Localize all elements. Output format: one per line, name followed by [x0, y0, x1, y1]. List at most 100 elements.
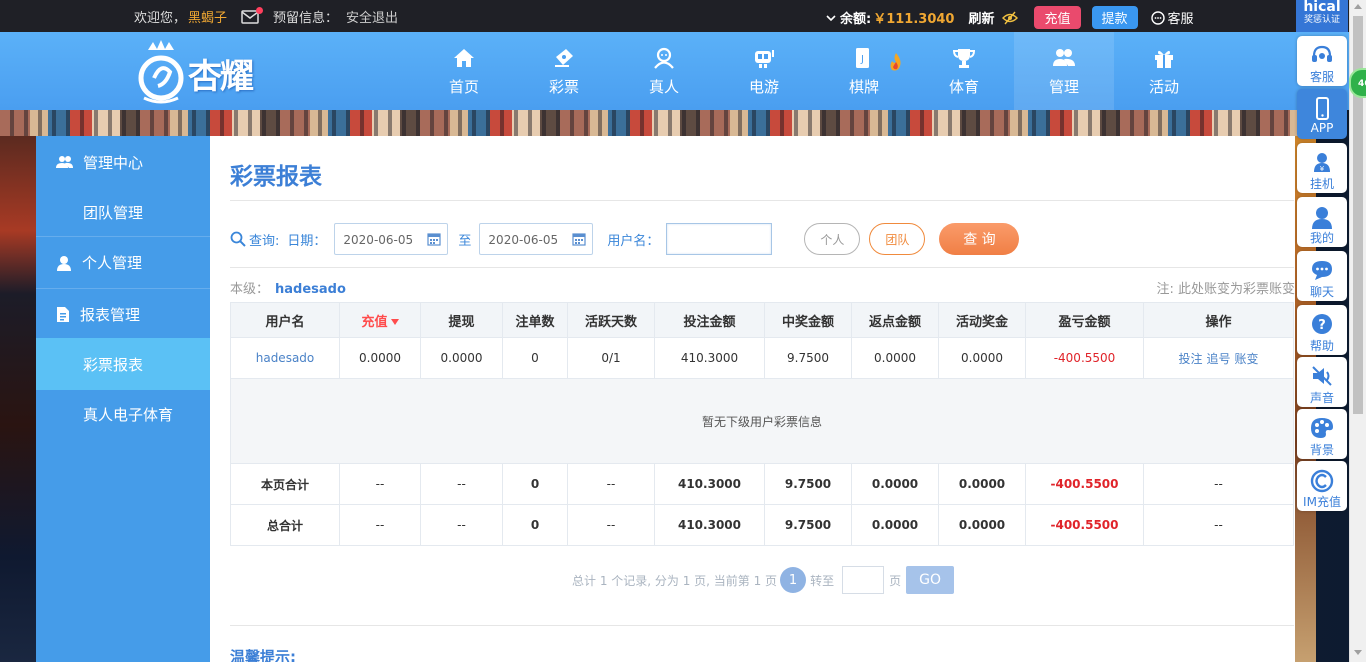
cell-win: 9.7500 — [764, 337, 852, 379]
sidebar-item-management-center[interactable]: 管理中心 — [36, 136, 210, 188]
help-icon: ? — [1312, 314, 1332, 334]
scroll-up-icon[interactable] — [1354, 4, 1362, 9]
recharge-button[interactable]: 充值 — [1034, 6, 1081, 29]
balance-label: 余额: — [840, 12, 872, 27]
toolbar-help[interactable]: ? 帮助 — [1297, 305, 1347, 355]
cell-label: 总合计 — [230, 504, 340, 546]
sidebar-item-label: 管理中心 — [83, 153, 144, 172]
date-to-value: 2020-06-05 — [488, 233, 559, 247]
nav-management[interactable]: 管理 — [1014, 32, 1114, 110]
toolbar-background[interactable]: 背景 — [1297, 409, 1347, 459]
reserve-info-label: 预留信息： — [273, 11, 339, 26]
col-header: 活跃天数 — [567, 302, 655, 338]
date-to-separator: 至 — [458, 233, 472, 249]
current-level: 本级： hadesado — [230, 278, 346, 297]
goto-page-input[interactable] — [842, 566, 885, 594]
mail-icon[interactable] — [241, 6, 264, 24]
cell-win: 9.7500 — [764, 463, 852, 505]
service-label: 客服 — [1167, 12, 1194, 27]
calendar-icon[interactable] — [572, 232, 587, 246]
nav-live[interactable]: 真人 — [614, 32, 714, 110]
nav-label: 真人 — [648, 78, 679, 96]
table-header-row: 用户名 充值 提现 注单数 活跃天数 投注金额 中奖金额 返点金额 活动奖金 盈… — [230, 302, 1294, 338]
level-username[interactable]: hadesado — [275, 282, 346, 297]
trophy-icon — [952, 49, 976, 68]
username-label: 用户名： — [607, 233, 660, 249]
bet-link[interactable]: 投注 — [1178, 352, 1202, 366]
nav-activity[interactable]: 活动 — [1114, 32, 1214, 110]
chat-icon — [1312, 261, 1332, 280]
col-header-sortable[interactable]: 充值 — [339, 302, 421, 338]
username-input[interactable] — [666, 223, 773, 255]
nav-home[interactable]: 首页 — [414, 32, 514, 110]
banner-image — [0, 110, 1316, 136]
sidebar-item-personal[interactable]: 个人管理 — [36, 236, 210, 288]
certification-title: hical — [1303, 0, 1341, 15]
cell-recharge: -- — [339, 463, 421, 505]
unread-dot — [256, 6, 264, 14]
sidebar-item-label: 团队管理 — [83, 203, 144, 222]
nav-slots[interactable]: 电游 — [714, 32, 814, 110]
cell-operations: -- — [1143, 504, 1294, 546]
grand-total-row: 总合计 -- -- 0 -- 410.3000 9.7500 0.0000 0.… — [230, 504, 1294, 546]
toolbar-app[interactable]: APP — [1297, 89, 1347, 139]
sidebar-item-team[interactable]: 团队管理 — [36, 186, 210, 238]
col-header: 操作 — [1143, 302, 1294, 338]
col-header: 用户名 — [230, 302, 340, 338]
page-current[interactable]: 1 — [780, 567, 807, 593]
go-button[interactable]: GO — [906, 566, 955, 594]
certification-badge[interactable]: hical 奖惩认证 — [1296, 0, 1348, 32]
chevron-down-icon[interactable] — [826, 14, 836, 22]
search-button[interactable]: 查 询 — [939, 223, 1020, 255]
toolbar-im-recharge[interactable]: IM充值 — [1297, 461, 1347, 511]
sidebar-item-reports[interactable]: 报表管理 — [36, 288, 210, 340]
eye-slash-icon[interactable] — [1002, 11, 1019, 25]
cell-operations: -- — [1143, 463, 1294, 505]
cell-username[interactable]: hadesado — [230, 337, 340, 379]
sidebar-item-label: 个人管理 — [82, 254, 143, 272]
col-header: 盈亏金额 — [1025, 302, 1144, 338]
transactions-link[interactable]: 账变 — [1235, 352, 1259, 366]
nav-cards[interactable]: J 棋牌 — [814, 32, 914, 110]
chase-link[interactable]: 追号 — [1206, 352, 1230, 366]
live-dealer-icon — [654, 47, 674, 69]
date-to-input[interactable]: 2020-06-05 — [479, 223, 594, 255]
nav-lottery[interactable]: 彩票 — [514, 32, 614, 110]
floating-badge[interactable]: 46 — [1349, 68, 1366, 98]
toolbar-label: IM充值 — [1303, 495, 1341, 509]
sidebar-item-live-slots-sports[interactable]: 真人电子体育 — [36, 388, 210, 440]
logout-link[interactable]: 安全退出 — [346, 7, 398, 26]
toolbar-service[interactable]: 客服 — [1297, 36, 1347, 86]
scroll-down-icon[interactable] — [1354, 650, 1362, 655]
service-link[interactable]: 客服 — [1150, 8, 1194, 27]
refresh-link[interactable]: 刷新 — [968, 8, 994, 27]
cell-bonus: 0.0000 — [938, 337, 1026, 379]
report-icon — [57, 307, 69, 322]
date-from-input[interactable]: 2020-06-05 — [334, 223, 449, 255]
col-header: 注单数 — [502, 302, 568, 338]
withdraw-button[interactable]: 提款 — [1091, 6, 1138, 29]
nav-label: 电游 — [748, 78, 779, 96]
nav-sports[interactable]: 体育 — [914, 32, 1014, 110]
search-icon — [230, 231, 246, 247]
toolbar-label: APP — [1310, 121, 1334, 135]
toolbar-chat[interactable]: 聊天 — [1297, 251, 1347, 301]
toolbar-auto-bet[interactable]: ¥ 挂机 — [1297, 143, 1347, 193]
toolbar-mine[interactable]: 我的 — [1297, 197, 1347, 247]
scrollbar[interactable] — [1349, 0, 1366, 662]
sidebar-item-lottery-report[interactable]: 彩票报表 — [36, 338, 210, 390]
cell-rebate: 0.0000 — [851, 504, 939, 546]
team-button[interactable]: 团队 — [869, 223, 926, 255]
goto-label: 转至 — [810, 573, 835, 588]
toolbar-sound[interactable]: 声音 — [1297, 357, 1347, 407]
logo[interactable]: 杏耀 — [136, 40, 254, 106]
gift-icon — [1155, 50, 1173, 68]
personal-button[interactable]: 个人 — [804, 223, 861, 255]
cell-rebate: 0.0000 — [851, 463, 939, 505]
nav-label: 首页 — [448, 78, 479, 96]
date-from-value: 2020-06-05 — [343, 233, 414, 247]
sidebar-item-label: 报表管理 — [80, 306, 141, 324]
calendar-icon[interactable] — [427, 232, 442, 246]
page-title: 彩票报表 — [230, 164, 322, 190]
username[interactable]: 黑蝎子 — [188, 7, 227, 26]
